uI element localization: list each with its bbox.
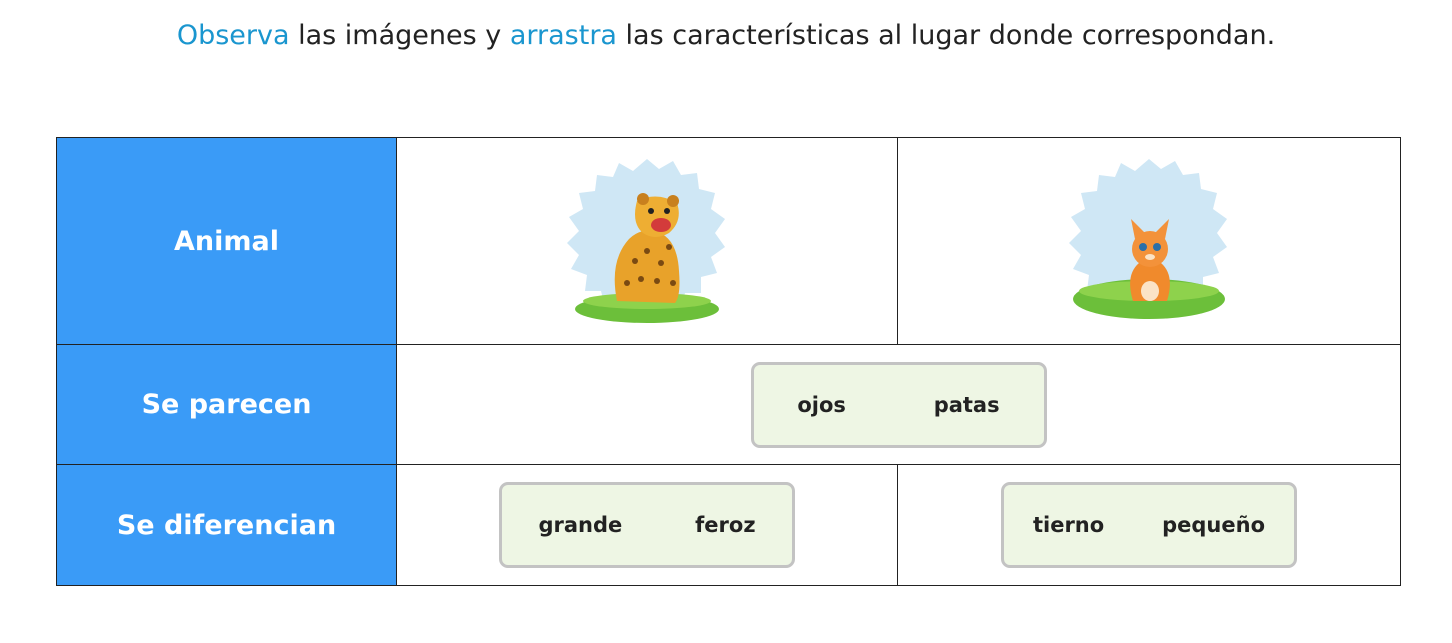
instruction-text: Observa las imágenes y arrastra las cara…	[0, 20, 1452, 51]
similar-drop-cell: ojos patas	[396, 344, 1401, 465]
instruction-part-1: las imágenes y	[289, 20, 510, 51]
chip-feroz[interactable]: feroz	[685, 509, 765, 541]
chip-patas[interactable]: patas	[924, 389, 1010, 421]
kitten-image	[1069, 159, 1227, 319]
chip-pequeno[interactable]: pequeño	[1152, 509, 1275, 541]
row-header-similar: Se parecen	[56, 344, 397, 465]
row-header-different: Se diferencian	[56, 464, 397, 586]
similar-drop-zone[interactable]: ojos patas	[750, 361, 1047, 448]
comparison-table: Animal Se parecen ojos patas Se diferenc…	[56, 137, 1401, 586]
chip-tierno[interactable]: tierno	[1023, 509, 1114, 541]
instruction-keyword-drag: arrastra	[509, 20, 617, 51]
kitten-diff-drop-zone[interactable]: tierno pequeño	[1001, 482, 1297, 568]
jaguar-diff-cell: grande feroz	[396, 464, 898, 586]
instruction-keyword-observe: Observa	[176, 20, 290, 51]
jaguar-diff-drop-zone[interactable]: grande feroz	[499, 482, 795, 568]
row-header-animal: Animal	[56, 137, 397, 345]
chip-ojos[interactable]: ojos	[787, 389, 856, 421]
instruction-part-2: las características al lugar donde corre…	[616, 20, 1276, 51]
kitten-image-cell	[897, 137, 1401, 345]
kitten-diff-cell: tierno pequeño	[897, 464, 1401, 586]
jaguar-image	[567, 159, 725, 323]
chip-grande[interactable]: grande	[528, 509, 632, 541]
jaguar-image-cell	[396, 137, 898, 345]
